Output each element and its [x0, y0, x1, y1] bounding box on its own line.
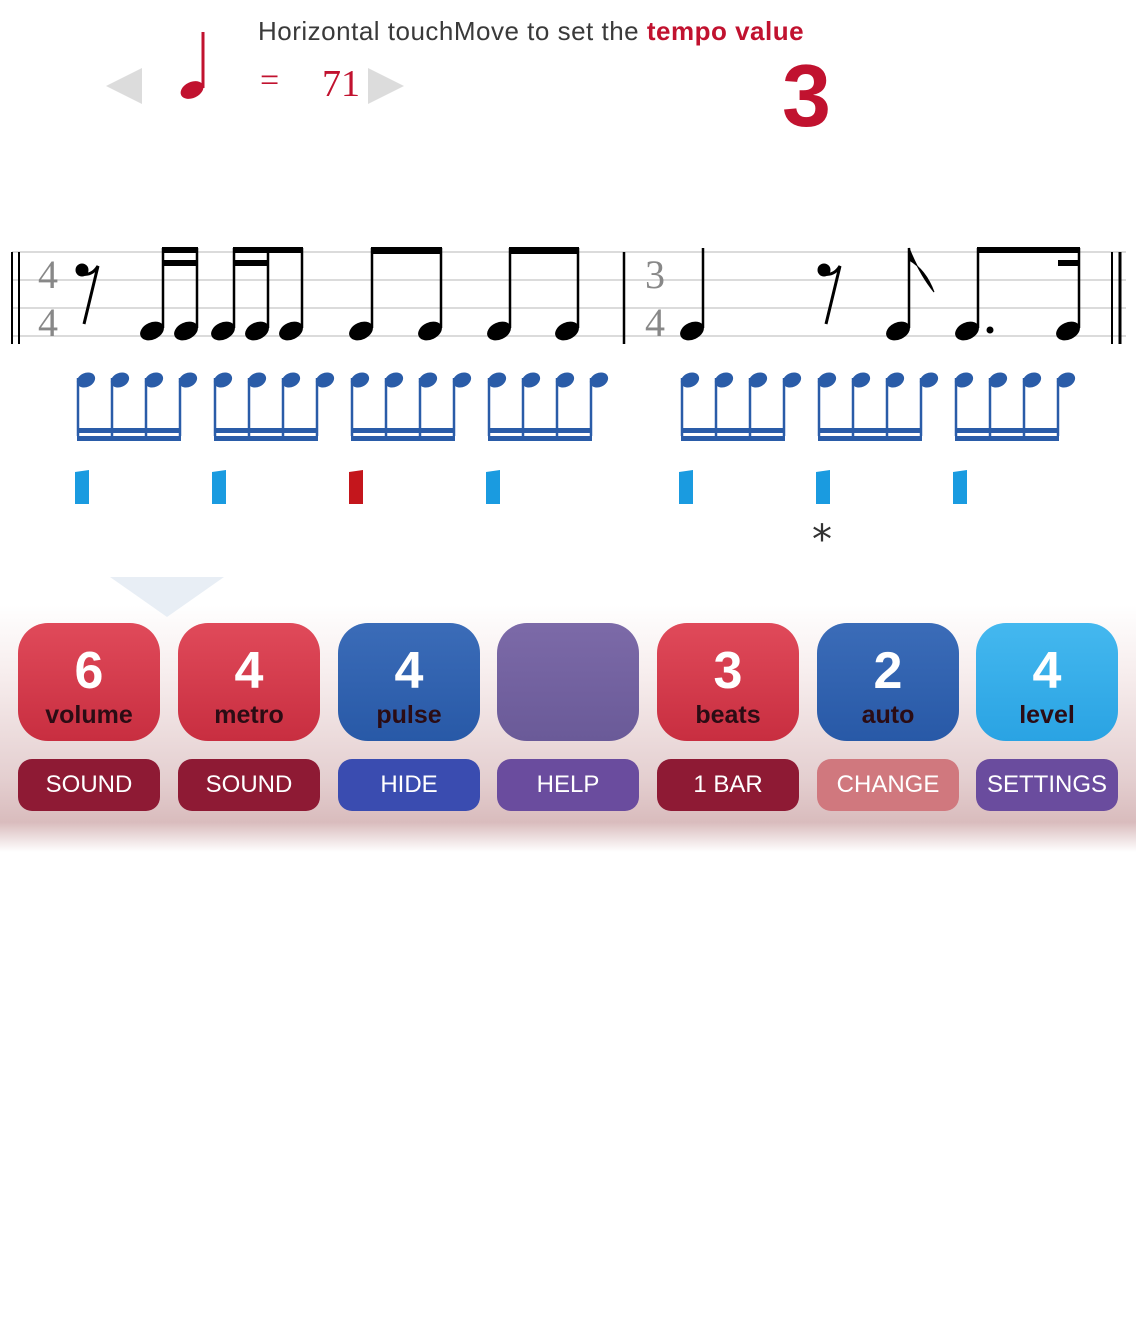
instruction-text: Horizontal touchMove to set the tempo va…: [258, 16, 805, 46]
pulse-group: [350, 372, 472, 441]
pulse-group: [213, 372, 335, 441]
time-sig-1-top: 4: [38, 252, 58, 297]
eighth-rest-icon: [75, 263, 100, 325]
beat-marker: [486, 470, 500, 504]
tempo-decrease-arrow-icon[interactable]: [106, 68, 142, 104]
tempo-increase-arrow-icon[interactable]: [368, 68, 404, 104]
beat-marker-active: [349, 470, 363, 504]
metro-sound-button[interactable]: SOUND: [178, 759, 320, 811]
pause-button[interactable]: [497, 623, 639, 1323]
auto-button[interactable]: 2 auto: [817, 623, 959, 741]
panel-pointer-triangle-icon: [110, 577, 224, 617]
help-button[interactable]: HELP: [497, 759, 639, 811]
beat-marker: [679, 470, 693, 504]
eighth-rest-icon: [817, 263, 842, 325]
metro-button[interactable]: 4 metro: [178, 623, 320, 741]
beat-marker: [816, 470, 830, 504]
volume-button[interactable]: 6 volume: [18, 623, 160, 741]
pulse-group: [487, 372, 609, 441]
beat-marker: [953, 470, 967, 504]
count-display: 3: [782, 46, 831, 145]
quarter-note-icon: [180, 32, 205, 99]
hide-button[interactable]: HIDE: [338, 759, 480, 811]
time-sig-1-bottom: 4: [38, 300, 58, 345]
pause-icon: [549, 1289, 561, 1323]
tempo-equals-sign: =: [260, 62, 280, 99]
volume-sound-button[interactable]: SOUND: [18, 759, 160, 811]
pulse-button[interactable]: 4 pulse: [338, 623, 480, 741]
one-bar-button[interactable]: 1 BAR: [657, 759, 799, 811]
pulse-note-groups: [76, 372, 1076, 441]
change-button[interactable]: CHANGE: [817, 759, 959, 811]
beat-marker: [75, 470, 89, 504]
tempo-value[interactable]: 71: [322, 62, 360, 106]
pulse-group: [76, 372, 198, 441]
level-button[interactable]: 4 level: [976, 623, 1118, 741]
rhythm-score[interactable]: 4 4 3 4 *: [0, 230, 1136, 560]
settings-button[interactable]: SETTINGS: [976, 759, 1118, 811]
black-notes: [140, 247, 1081, 341]
time-sig-2-bottom: 4: [645, 300, 665, 345]
pulse-group: [954, 372, 1076, 441]
accent-asterisk: *: [812, 517, 832, 560]
beat-marker: [212, 470, 226, 504]
beats-button[interactable]: 3 beats: [657, 623, 799, 741]
time-sig-2-top: 3: [645, 252, 665, 297]
pulse-group: [680, 372, 802, 441]
beat-markers: [75, 470, 967, 504]
pulse-group: [817, 372, 939, 441]
